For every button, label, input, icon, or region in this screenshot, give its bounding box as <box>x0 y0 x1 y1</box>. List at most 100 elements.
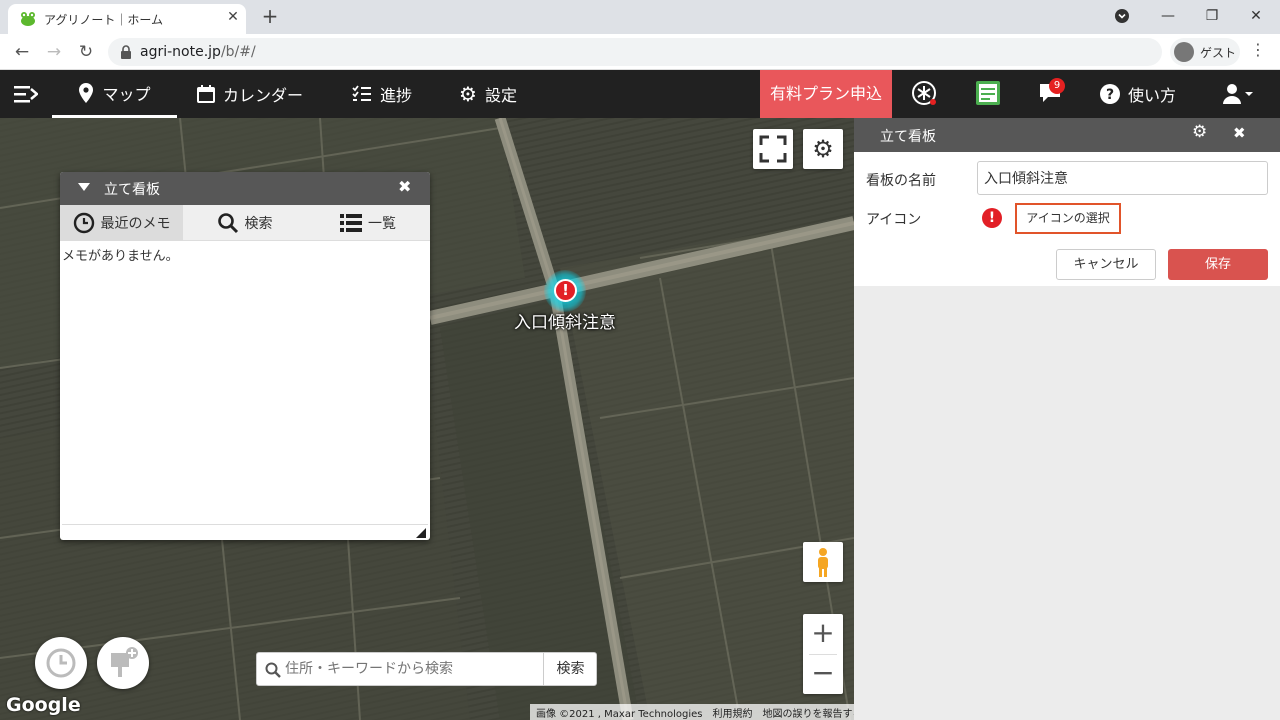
name-label: 看板の名前 <box>866 173 936 189</box>
tab-search[interactable]: 検索 <box>183 205 306 241</box>
address-bar-row: ← → ↻ agri-note.jp/b/#/ ゲスト ⋮ <box>0 34 1280 70</box>
map-search-button[interactable]: 検索 <box>543 653 597 685</box>
url-path: /b/#/ <box>220 44 256 60</box>
signboard-panel: 立て看板 ✖ 最近のメモ 検索 一覧 メモがありません。 <box>60 172 430 540</box>
list-icon <box>340 214 362 232</box>
browser-tab[interactable]: アグリノート｜ホーム ✕ <box>8 4 246 34</box>
signboard-add-icon <box>111 647 138 677</box>
signboard-form: 看板の名前 アイコン ! アイコンの選択 キャンセル 保存 <box>854 152 1280 286</box>
user-icon <box>1223 84 1253 104</box>
search-icon <box>217 213 238 234</box>
tab-search-icon[interactable] <box>1104 4 1140 28</box>
paid-plan-button[interactable]: 有料プラン申込 <box>760 70 892 118</box>
app-navbar: マップ カレンダー 進捗 ⚙ 設定 有料プラン申込 9 ? 使い方 <box>0 70 1280 118</box>
window-close-icon[interactable]: ✕ <box>1238 4 1274 28</box>
empty-memo-message: メモがありません。 <box>62 249 179 264</box>
signboard-panel-header[interactable]: 立て看板 ✖ <box>60 172 430 205</box>
fullscreen-button[interactable] <box>753 129 793 169</box>
minimize-icon[interactable]: — <box>1150 4 1186 28</box>
url-field[interactable]: agri-note.jp/b/#/ <box>108 38 1162 66</box>
icon-label: アイコン <box>866 212 922 228</box>
help-icon: ? <box>1100 84 1120 104</box>
edit-panel-close-icon[interactable]: ✖ <box>1233 124 1246 142</box>
tab-recent-memos-label: 最近のメモ <box>100 216 171 232</box>
forward-arrow-icon[interactable]: → <box>42 40 66 64</box>
checklist-icon <box>352 85 371 101</box>
frog-favicon-icon <box>21 12 35 26</box>
nav-progress-label: 進捗 <box>380 86 413 105</box>
edit-panel-title: 立て看板 <box>880 129 936 145</box>
map-attribution: 画像 ©2021 , Maxar Technologies 利用規約 地図の誤り… <box>530 704 854 720</box>
restore-icon[interactable]: ❐ <box>1194 4 1230 28</box>
map-search-box: 検索 <box>256 652 597 686</box>
google-logo: Google <box>6 694 81 716</box>
street-view-pegman-icon[interactable] <box>803 542 843 582</box>
history-button[interactable] <box>35 637 87 689</box>
terms-link[interactable]: 利用規約 <box>713 705 753 720</box>
notification-badge: 9 <box>1049 78 1065 94</box>
zoom-in-plus-icon[interactable]: + <box>803 614 843 654</box>
reload-icon[interactable]: ↻ <box>74 40 98 64</box>
signboard-edit-panel: 立て看板 ⚙ ✖ 看板の名前 アイコン ! アイコンの選択 キャンセル 保存 <box>854 118 1280 720</box>
fullscreen-icon <box>759 135 787 163</box>
edit-panel-header: 立て看板 ⚙ ✖ <box>854 118 1280 152</box>
cancel-button[interactable]: キャンセル <box>1056 249 1156 280</box>
weather-icon[interactable] <box>911 80 939 108</box>
nav-settings[interactable]: ⚙ 設定 <box>459 70 517 118</box>
url-host: agri-note.jp <box>140 44 221 60</box>
icon-select-button[interactable]: アイコンの選択 <box>1015 203 1121 234</box>
selected-warning-icon: ! <box>982 208 1002 228</box>
signboard-name-input[interactable] <box>977 161 1268 195</box>
clock-icon <box>46 648 76 678</box>
resize-handle-icon[interactable] <box>416 528 426 538</box>
profile-label: ゲスト <box>1200 46 1237 60</box>
url-text: agri-note.jp/b/#/ <box>140 44 256 60</box>
search-icon <box>265 662 281 678</box>
lock-icon <box>121 45 131 59</box>
warning-marker-icon[interactable]: ! <box>554 279 577 302</box>
browser-tab-strip: アグリノート｜ホーム ✕ + — ❐ ✕ <box>0 0 1280 34</box>
collapse-triangle-icon[interactable] <box>78 183 90 193</box>
avatar-icon <box>1174 42 1194 62</box>
tab-list-label: 一覧 <box>368 216 396 232</box>
save-button[interactable]: 保存 <box>1168 249 1268 280</box>
menu-toggle-icon[interactable] <box>14 84 39 104</box>
nav-progress[interactable]: 進捗 <box>352 70 412 118</box>
agri-news-icon[interactable] <box>975 80 1003 108</box>
map-search-input[interactable] <box>285 654 541 684</box>
nav-calendar[interactable]: カレンダー <box>197 70 303 118</box>
nav-calendar-label: カレンダー <box>223 86 304 105</box>
zoom-out-minus-icon[interactable]: − <box>803 654 843 694</box>
map-pin-icon <box>79 82 94 103</box>
svg-text:?: ? <box>1106 87 1114 103</box>
add-signboard-button[interactable] <box>97 637 149 689</box>
nav-map-label: マップ <box>102 84 151 104</box>
nav-map[interactable]: マップ <box>52 70 177 118</box>
tab-search-label: 検索 <box>244 216 273 232</box>
tab-title: アグリノート｜ホーム <box>44 13 164 27</box>
signboard-panel-title: 立て看板 <box>104 182 160 198</box>
nav-settings-label: 設定 <box>484 86 517 105</box>
tab-list[interactable]: 一覧 <box>306 205 430 241</box>
memo-tabs: 最近のメモ 検索 一覧 <box>60 205 430 241</box>
edit-panel-gear-icon[interactable]: ⚙ <box>1192 122 1207 142</box>
help-label: 使い方 <box>1128 86 1177 105</box>
calendar-icon <box>197 85 215 103</box>
back-arrow-icon[interactable]: ← <box>10 40 34 64</box>
imagery-credit: 画像 ©2021 , Maxar Technologies <box>536 708 703 720</box>
profile-button[interactable]: ゲスト <box>1170 38 1240 66</box>
zoom-control: + − <box>803 614 843 694</box>
report-error-link[interactable]: 地図の誤りを報告する <box>763 705 855 720</box>
gear-icon: ⚙ <box>459 82 477 106</box>
panel-close-icon[interactable]: ✖ <box>398 177 411 196</box>
kebab-menu-icon[interactable]: ⋮ <box>1248 40 1268 59</box>
clock-icon <box>73 212 94 234</box>
user-menu[interactable] <box>1222 82 1256 106</box>
tab-recent-memos[interactable]: 最近のメモ <box>60 205 183 241</box>
panel-footer-divider <box>62 524 428 525</box>
tab-close-icon[interactable]: ✕ <box>224 9 242 25</box>
help-link[interactable]: ? 使い方 <box>1100 70 1176 118</box>
marker-label: 入口傾斜注意 <box>514 313 616 333</box>
new-tab-plus-icon[interactable]: + <box>258 4 282 28</box>
map-settings-gear-icon[interactable]: ⚙ <box>803 129 843 169</box>
